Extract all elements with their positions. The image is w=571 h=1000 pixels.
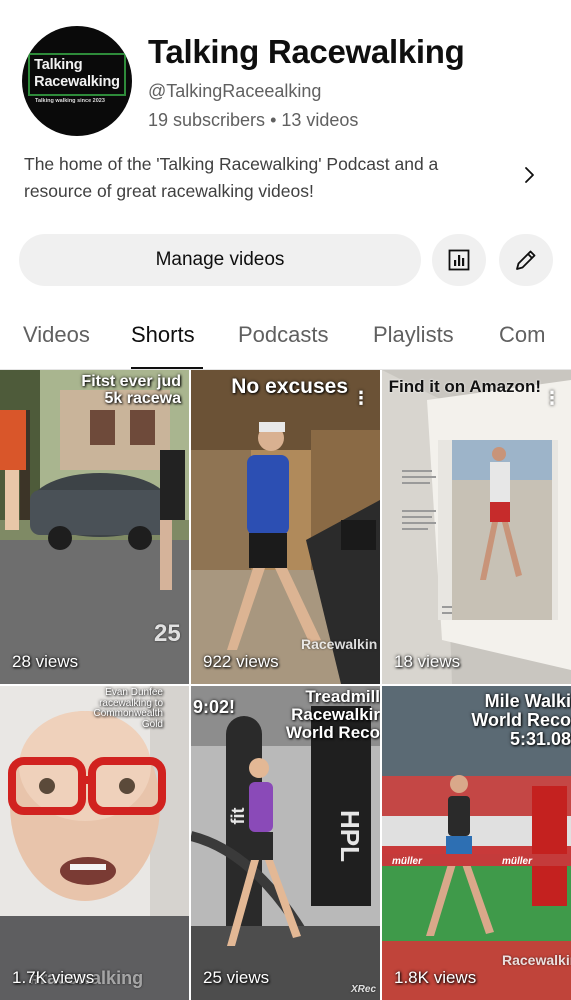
short-view-count: 28 views <box>12 652 79 671</box>
tab-shorts[interactable]: Shorts <box>131 322 195 348</box>
short-title-line: World Reco <box>285 722 380 742</box>
short-title-line: Treadmill <box>305 687 380 706</box>
avatar-tagline: Talking walking since 2023 <box>35 97 105 104</box>
short-thumbnail <box>0 686 189 1000</box>
chevron-right-icon[interactable] <box>518 164 540 186</box>
svg-text:müller: müller <box>392 856 423 867</box>
short-card[interactable]: No excuses ⋮ Racewalkin 922 views <box>191 370 380 684</box>
avatar-line-1: Talking <box>34 56 83 73</box>
shorts-grid: Fitst ever jud 5k racewa 25 28 views No … <box>0 370 571 1000</box>
short-card[interactable]: müller müller Mile Walki World Reco 5:31… <box>382 686 571 1000</box>
svg-text:müller: müller <box>502 856 533 867</box>
tab-podcasts[interactable]: Podcasts <box>238 322 329 348</box>
short-title: 9:02! <box>193 697 236 717</box>
short-title-line: Gold <box>141 718 163 730</box>
pencil-icon <box>516 250 536 270</box>
short-title: Find it on Amazon! <box>388 377 541 396</box>
manage-videos-button[interactable]: Manage videos <box>19 234 421 286</box>
channel-handle: @TalkingRaceealking <box>148 81 322 101</box>
channel-avatar[interactable]: Talking Racewalking Talking walking sinc… <box>22 26 132 136</box>
channel-name: Talking Racewalking <box>148 33 465 70</box>
short-view-count: 25 views <box>203 968 270 987</box>
channel-header: Talking Racewalking Talking walking sinc… <box>0 0 571 140</box>
tab-community[interactable]: Com <box>499 322 545 348</box>
avatar-logo: Talking Racewalking <box>28 52 126 96</box>
tab-playlists[interactable]: Playlists <box>373 322 454 348</box>
more-vert-icon[interactable]: ⋮ <box>543 388 561 409</box>
more-vert-icon[interactable]: ⋮ <box>352 388 370 409</box>
edit-button[interactable] <box>499 234 553 286</box>
short-view-count: 1.7K views <box>12 968 95 987</box>
short-title-line: Mile Walki <box>484 691 571 711</box>
short-overlay-text: Racewalkin <box>502 952 571 968</box>
analytics-icon <box>448 249 470 271</box>
short-title: Evan Dunfee racewalking to Commonwealth … <box>93 687 163 730</box>
short-title-line: Racewalkir <box>291 704 380 724</box>
short-thumbnail <box>382 370 571 684</box>
short-title-line: 5k racewa <box>104 389 181 407</box>
stats-separator: • <box>270 110 277 130</box>
short-title: No excuses <box>231 375 348 398</box>
short-card[interactable]: HPL fit 9:02! Treadmill Racewalkir World… <box>191 686 380 1000</box>
tab-videos[interactable]: Videos <box>23 322 90 348</box>
short-title-line: 5:31.08 <box>509 728 571 749</box>
short-overlay-text: Racewalkin <box>301 636 378 652</box>
analytics-button[interactable] <box>432 234 486 286</box>
channel-description[interactable]: The home of the 'Talking Racewalking' Po… <box>24 151 494 205</box>
short-card[interactable]: Evan Dunfee racewalking to Commonwealth … <box>0 686 189 1000</box>
short-title: Fitst ever jud 5k racewa <box>81 373 181 408</box>
short-title-line: Commonwealth <box>93 708 163 719</box>
short-title-line: Fitst ever jud <box>81 373 181 390</box>
short-card[interactable]: Fitst ever jud 5k racewa 25 28 views <box>0 370 189 684</box>
short-view-count: 922 views <box>203 652 279 671</box>
svg-text:fit: fit <box>228 808 248 825</box>
short-overlay-text: XRec <box>351 984 377 995</box>
subscriber-count: 19 subscribers <box>148 110 266 130</box>
channel-tabs: Videos Shorts Podcasts Playlists Com <box>0 304 571 370</box>
short-title-line: Evan Dunfee <box>105 687 163 698</box>
short-overlay-text: 25 <box>154 620 181 647</box>
avatar-line-2: Racewalking <box>34 73 120 90</box>
short-title-line: World Reco <box>471 709 571 730</box>
short-title: Mile Walki World Reco 5:31.08 <box>471 692 571 749</box>
short-card[interactable]: Find it on Amazon! ⋮ 18 views <box>382 370 571 684</box>
video-count: 13 videos <box>281 110 359 130</box>
short-view-count: 1.8K views <box>394 968 477 987</box>
channel-stats: 19 subscribers • 13 videos <box>148 110 358 131</box>
short-view-count: 18 views <box>394 652 461 671</box>
svg-text:HPL: HPL <box>335 810 365 862</box>
short-overlay-title: Treadmill Racewalkir World Reco <box>286 688 380 742</box>
